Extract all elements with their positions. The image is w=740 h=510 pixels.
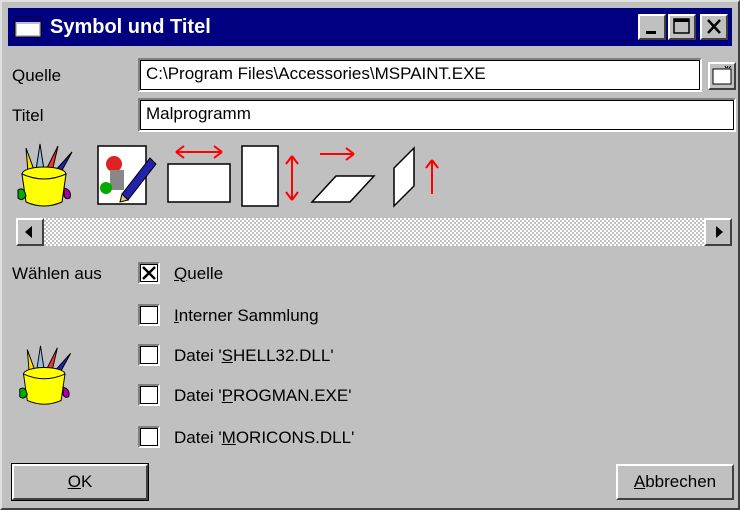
minimize-icon: [646, 31, 656, 34]
window-title: Symbol und Titel: [50, 16, 211, 38]
checkbox-source[interactable]: [138, 262, 160, 284]
scroll-track[interactable]: [44, 218, 704, 246]
folder-icon: [712, 65, 732, 85]
dialog-window: Symbol und Titel Quelle C:\Program Files…: [0, 0, 740, 510]
icon-strip[interactable]: [14, 140, 724, 214]
arrow-right-icon: [716, 226, 723, 238]
title-field[interactable]: Malprogramm: [138, 98, 736, 132]
paint-document-icon[interactable]: [92, 142, 158, 210]
option-label-shell32[interactable]: Datei 'SHELL32.DLL': [174, 346, 334, 366]
portrait-page-icon[interactable]: [240, 144, 310, 210]
maximize-button[interactable]: [668, 14, 696, 40]
choose-from-label: Wählen aus: [12, 264, 102, 283]
close-button[interactable]: [700, 14, 728, 40]
checkbox-internal-collection[interactable]: [138, 304, 160, 326]
minimize-button[interactable]: [638, 14, 666, 40]
option-label-source[interactable]: Quelle: [174, 264, 223, 284]
maximize-icon: [673, 18, 690, 34]
title-label: Titel: [12, 106, 44, 125]
title-bar[interactable]: Symbol und Titel: [8, 8, 732, 46]
close-icon: [707, 19, 721, 34]
scroll-left-button[interactable]: [16, 218, 44, 246]
browse-button[interactable]: [708, 62, 736, 90]
option-label-progman[interactable]: Datei 'PROGMAN.EXE': [174, 386, 352, 406]
cancel-button[interactable]: Abbrechen: [616, 464, 734, 500]
checkbox-progman[interactable]: [138, 384, 160, 406]
checkmark-icon: [142, 266, 156, 280]
window-icon: [14, 16, 42, 38]
skew-vertical-icon[interactable]: [388, 140, 444, 210]
paint-bucket-icon[interactable]: [14, 140, 82, 210]
checkbox-moricons[interactable]: [138, 426, 160, 448]
ok-button[interactable]: OK: [11, 463, 149, 501]
skew-horizontal-icon[interactable]: [310, 140, 378, 208]
landscape-page-icon[interactable]: [166, 140, 234, 208]
source-label: Quelle: [12, 66, 62, 85]
scroll-right-button[interactable]: [704, 218, 732, 246]
checkbox-shell32[interactable]: [138, 344, 160, 366]
arrow-left-icon: [25, 226, 32, 238]
icon-scrollbar[interactable]: [16, 218, 732, 246]
option-label-moricons[interactable]: Datei 'MORICONS.DLL': [174, 428, 354, 448]
source-field[interactable]: C:\Program Files\Accessories\MSPAINT.EXE: [138, 58, 702, 92]
option-label-internal-collection[interactable]: Interner Sammlung: [174, 306, 319, 326]
selected-icon-preview: [19, 345, 72, 405]
